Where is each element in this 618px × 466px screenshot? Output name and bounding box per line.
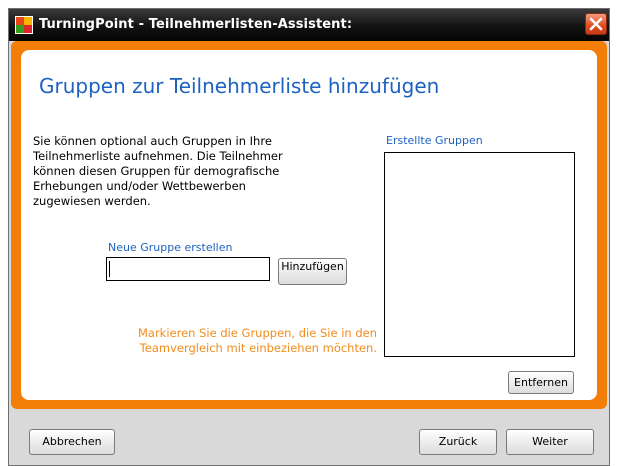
title-bar[interactable]: TurningPoint - Teilnehmerlisten-Assisten…	[9, 9, 609, 41]
next-button[interactable]: Weiter	[506, 429, 594, 455]
new-group-label: Neue Gruppe erstellen	[108, 241, 233, 254]
created-groups-label: Erstellte Gruppen	[386, 134, 483, 147]
remove-group-button[interactable]: Entfernen	[508, 371, 574, 394]
add-group-button[interactable]: Hinzufügen	[278, 258, 347, 285]
cancel-button[interactable]: Abbrechen	[29, 429, 115, 455]
turningpoint-logo-icon	[15, 16, 33, 34]
page-title: Gruppen zur Teilnehmerliste hinzufügen	[39, 74, 440, 98]
new-group-input[interactable]	[106, 257, 270, 281]
close-button[interactable]	[585, 13, 607, 35]
wizard-window: TurningPoint - Teilnehmerlisten-Assisten…	[8, 8, 610, 466]
created-groups-list[interactable]	[384, 152, 575, 357]
content-panel: Gruppen zur Teilnehmerliste hinzufügen S…	[21, 50, 597, 400]
text-cursor	[109, 261, 110, 277]
new-group-field[interactable]	[107, 258, 269, 281]
close-icon	[589, 17, 603, 31]
description-text: Sie können optional auch Gruppen in Ihre…	[33, 134, 283, 208]
content-frame: Gruppen zur Teilnehmerliste hinzufügen S…	[11, 41, 607, 409]
window-title: TurningPoint - Teilnehmerlisten-Assisten…	[39, 17, 353, 32]
back-button[interactable]: Zurück	[419, 429, 497, 455]
hint-text: Markieren Sie die Gruppen, die Sie in de…	[137, 326, 377, 355]
